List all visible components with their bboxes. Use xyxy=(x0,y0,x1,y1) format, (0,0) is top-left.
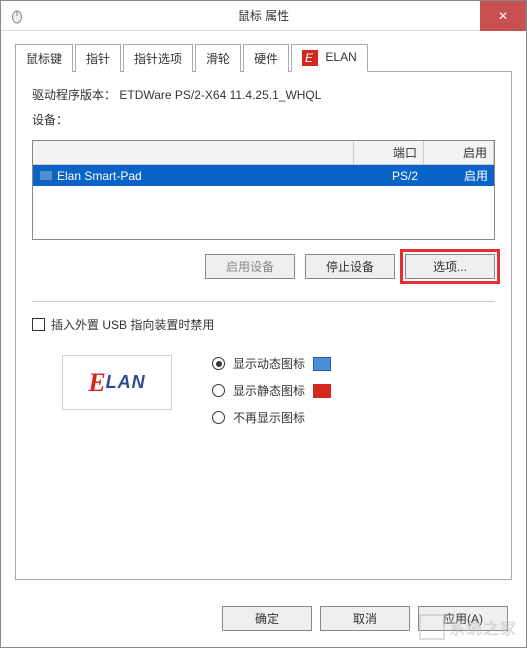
device-label: 设备： xyxy=(32,111,495,128)
options-button[interactable]: 选项... xyxy=(405,254,495,279)
divider xyxy=(32,301,495,302)
content-area: 鼠标键 指针 指针选项 滑轮 硬件 E ELAN 驱动程序版本： ETDWare… xyxy=(1,31,526,594)
device-button-row: 启用设备 停止设备 选项... xyxy=(32,254,495,279)
device-enable: 启用 xyxy=(424,167,494,184)
touchpad-icon xyxy=(39,170,53,181)
radio-icon xyxy=(212,384,225,397)
stop-device-button[interactable]: 停止设备 xyxy=(305,254,395,279)
elan-icon: E xyxy=(302,50,318,66)
dynamic-tray-icon xyxy=(313,357,331,371)
titlebar: 鼠标 属性 ✕ xyxy=(1,1,526,31)
mouse-properties-dialog: 鼠标 属性 ✕ 鼠标键 指针 指针选项 滑轮 硬件 E ELAN 驱动程序版本：… xyxy=(0,0,527,648)
device-table: 端口 启用 Elan Smart-Pad PS/2 启用 xyxy=(32,140,495,240)
usb-disable-label: 插入外置 USB 指向装置时禁用 xyxy=(51,316,214,333)
table-header: 端口 启用 xyxy=(33,141,494,165)
driver-version-label: 驱动程序版本： xyxy=(32,88,116,102)
radio-icon xyxy=(212,357,225,370)
table-row[interactable]: Elan Smart-Pad PS/2 启用 xyxy=(33,165,494,186)
static-tray-icon xyxy=(313,384,331,398)
close-button[interactable]: ✕ xyxy=(480,1,526,31)
tray-icon-options: ELAN 显示动态图标 显示静态图标 不再显示图标 xyxy=(32,355,495,426)
close-icon: ✕ xyxy=(498,9,508,23)
checkbox-icon xyxy=(32,318,45,331)
mouse-icon xyxy=(9,8,25,24)
device-port: PS/2 xyxy=(354,169,424,183)
driver-version-value: ETDWare PS/2-X64 11.4.25.1_WHQL xyxy=(119,88,321,102)
ok-button[interactable]: 确定 xyxy=(222,606,312,631)
radio-static-icon[interactable]: 显示静态图标 xyxy=(212,382,331,399)
col-device[interactable] xyxy=(33,141,354,165)
col-enable[interactable]: 启用 xyxy=(424,141,494,165)
tab-mouse-buttons[interactable]: 鼠标键 xyxy=(15,44,73,72)
radio-dynamic-icon[interactable]: 显示动态图标 xyxy=(212,355,331,372)
svg-text:E: E xyxy=(305,51,314,65)
tab-pointer-options[interactable]: 指针选项 xyxy=(123,44,193,72)
window-title: 鼠标 属性 xyxy=(238,7,289,24)
tab-elan[interactable]: E ELAN xyxy=(291,44,368,72)
usb-disable-checkbox-row[interactable]: 插入外置 USB 指向装置时禁用 xyxy=(32,316,495,333)
device-name: Elan Smart-Pad xyxy=(57,169,142,183)
col-port[interactable]: 端口 xyxy=(354,141,424,165)
cancel-button[interactable]: 取消 xyxy=(320,606,410,631)
radio-icon xyxy=(212,411,225,424)
tab-hardware[interactable]: 硬件 xyxy=(243,44,289,72)
driver-version-row: 驱动程序版本： ETDWare PS/2-X64 11.4.25.1_WHQL xyxy=(32,86,495,103)
apply-button[interactable]: 应用(A) xyxy=(418,606,508,631)
radio-group: 显示动态图标 显示静态图标 不再显示图标 xyxy=(212,355,331,426)
tab-pointers[interactable]: 指针 xyxy=(75,44,121,72)
dialog-button-row: 确定 取消 应用(A) xyxy=(1,594,526,647)
radio-no-icon[interactable]: 不再显示图标 xyxy=(212,409,331,426)
enable-device-button: 启用设备 xyxy=(205,254,295,279)
elan-tabpanel: 驱动程序版本： ETDWare PS/2-X64 11.4.25.1_WHQL … xyxy=(15,72,512,580)
elan-logo: ELAN xyxy=(62,355,172,410)
tab-wheel[interactable]: 滑轮 xyxy=(195,44,241,72)
tab-strip: 鼠标键 指针 指针选项 滑轮 硬件 E ELAN xyxy=(15,43,512,72)
